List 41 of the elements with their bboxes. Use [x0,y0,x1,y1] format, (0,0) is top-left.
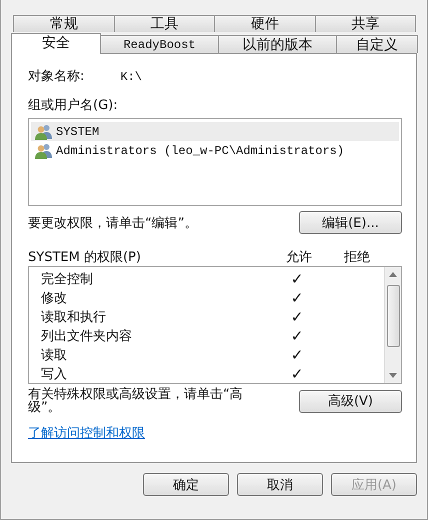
tab[interactable]: 以前的版本 [218,35,337,53]
allow-header: 允许 [285,249,313,266]
permission-name: 写入 [41,366,68,382]
tab[interactable]: 安全 [11,33,101,54]
advanced-hint: 有关特殊权限或高级设置，请单击“高级”。 [28,388,244,414]
advanced-button[interactable]: 高级(V) [299,390,402,412]
tab[interactable]: ReadyBoost [100,35,219,53]
scroll-up-icon[interactable] [389,272,397,277]
permissions-label: SYSTEM 的权限(P) [28,249,142,266]
tab[interactable]: 常规 [13,15,114,32]
check-mark: ✓ [290,364,304,382]
tab[interactable]: 共享 [314,15,416,32]
dialog-button[interactable]: 确定 [143,473,229,496]
permission-name: 读取和执行 [41,308,107,326]
check-mark: ✓ [290,326,304,344]
permission-name: 完全控制 [41,270,94,288]
users-label: 组或用户名(G): [28,97,119,114]
tab[interactable]: 硬件 [214,15,316,32]
users-icon [35,142,53,158]
users-icon [35,124,53,140]
tab[interactable]: 工具 [114,15,215,32]
permission-name: 读取 [41,346,68,364]
dialog-button[interactable]: 取消 [237,473,323,496]
permission-name: 列出文件夹内容 [41,328,133,344]
user-item[interactable]: Administrators (leo_w-PC\Administrators) [31,141,399,160]
scroll-down-icon[interactable] [389,373,397,378]
help-link[interactable]: 了解访问控制和权限 [28,424,145,442]
permission-name: 修改 [41,290,68,306]
check-mark: ✓ [290,346,304,364]
scroll-thumb[interactable] [386,285,400,347]
object-name-value: K:\ [120,68,142,84]
check-mark: ✓ [290,308,304,326]
edit-button[interactable]: 编辑(E)... [299,211,402,234]
user-item[interactable]: SYSTEM [31,122,399,141]
deny-header: 拒绝 [343,249,371,266]
tab[interactable]: 自定义 [336,35,418,53]
object-name-label: 对象名称: [28,68,84,85]
check-mark: ✓ [290,288,304,306]
edit-hint: 要更改权限，请单击“编辑”。 [28,214,198,232]
check-mark: ✓ [290,270,304,288]
scrollbar[interactable] [384,267,401,383]
